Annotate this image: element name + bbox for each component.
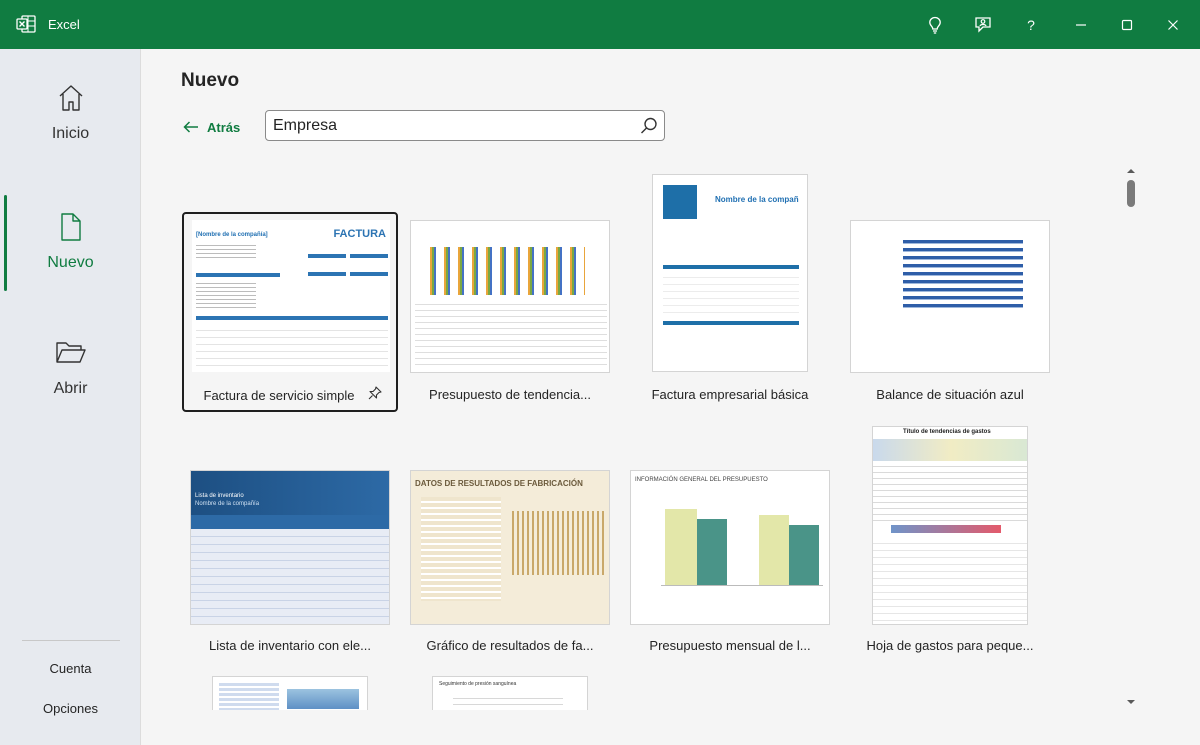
template-thumbnail: Seguimiento de presión sanguínea xyxy=(432,676,588,710)
template-thumbnail: Título de tendencias de gastos xyxy=(872,426,1028,625)
help-button[interactable]: ? xyxy=(1008,0,1054,49)
template-label: Presupuesto mensual de l... xyxy=(649,638,811,653)
template-tile-balance-azul[interactable]: Balance de situación azul xyxy=(842,212,1058,412)
template-label: Gráfico de resultados de fa... xyxy=(426,638,594,653)
close-icon xyxy=(1168,19,1178,30)
template-thumbnail xyxy=(212,676,368,710)
template-thumbnail: Lista de inventario Nombre de la compañí… xyxy=(190,470,390,625)
template-thumbnail xyxy=(850,220,1050,373)
back-label: Atrás xyxy=(207,119,241,135)
template-label: Lista de inventario con ele... xyxy=(209,638,371,653)
sidebar-item-label: Abrir xyxy=(53,380,88,397)
template-thumbnail: Nombre de la compañ xyxy=(652,174,808,372)
template-tile-presupuesto-tendencia[interactable]: Presupuesto de tendencia... xyxy=(402,212,618,412)
back-button[interactable]: Atrás xyxy=(183,117,240,137)
sidebar-divider xyxy=(22,640,120,641)
sidebar-item-nuevo[interactable]: Nuevo xyxy=(0,212,141,322)
thumb-heading: Nombre de la compañ xyxy=(715,195,799,204)
template-label: Hoja de gastos para peque... xyxy=(866,638,1034,653)
home-icon xyxy=(59,85,82,111)
thumb-title: Lista de inventario xyxy=(195,493,244,499)
search-icon[interactable] xyxy=(639,116,659,136)
template-thumbnail: INFORMACIÓN GENERAL DEL PRESUPUESTO xyxy=(630,470,830,625)
minimize-button[interactable] xyxy=(1058,0,1104,49)
maximize-button[interactable] xyxy=(1104,0,1150,49)
sidebar-item-inicio[interactable]: Inicio xyxy=(0,83,141,193)
thumb-heading: DATOS DE RESULTADOS DE FABRICACIÓN xyxy=(415,479,583,488)
lightbulb-button[interactable] xyxy=(912,0,958,49)
title-bar: Excel ? xyxy=(0,0,1200,49)
template-tile-9[interactable] xyxy=(182,670,398,710)
template-thumbnail xyxy=(410,220,610,373)
thumb-company: [Nombre de la compañía] xyxy=(196,232,268,238)
thumb-subtitle: Nombre de la compañía xyxy=(195,501,260,507)
arrow-left-icon xyxy=(183,121,198,133)
template-tile-lista-inventario[interactable]: Lista de inventario Nombre de la compañí… xyxy=(182,462,398,662)
coauthor-icon xyxy=(975,16,991,33)
scroll-up-arrow-icon[interactable] xyxy=(1126,166,1136,176)
template-label: Balance de situación azul xyxy=(876,387,1024,402)
scrollbar-thumb[interactable] xyxy=(1127,180,1135,207)
template-tile-grafico-fabricacion[interactable]: DATOS DE RESULTADOS DE FABRICACIÓN Gráfi… xyxy=(402,462,618,662)
template-label: Factura empresarial básica xyxy=(651,387,809,402)
template-tile-factura-servicio[interactable]: [Nombre de la compañía] FACTURA Factura … xyxy=(182,212,398,412)
template-label: Factura de servicio simple xyxy=(203,388,355,403)
account-link[interactable]: Cuenta xyxy=(0,661,141,676)
page-title: Nuevo xyxy=(181,70,240,91)
template-thumbnail: [Nombre de la compañía] FACTURA xyxy=(192,220,390,372)
thumb-heading: FACTURA xyxy=(333,228,386,240)
template-label: Presupuesto de tendencia... xyxy=(429,387,591,402)
sidebar-item-abrir[interactable]: Abrir xyxy=(0,340,141,450)
template-tile-presupuesto-mensual[interactable]: INFORMACIÓN GENERAL DEL PRESUPUESTO Pres… xyxy=(622,462,838,662)
search-input[interactable] xyxy=(266,111,626,140)
maximize-icon xyxy=(1121,19,1133,30)
coauthor-button[interactable] xyxy=(960,0,1006,49)
folder-open-icon xyxy=(55,342,86,363)
sidebar-item-label: Inicio xyxy=(51,125,90,142)
template-tile-10[interactable]: Seguimiento de presión sanguínea xyxy=(402,670,618,710)
thumb-heading: Título de tendencias de gastos xyxy=(903,429,991,435)
template-tile-factura-empresarial[interactable]: Nombre de la compañ Factura empresarial … xyxy=(622,174,838,412)
options-link[interactable]: Opciones xyxy=(0,701,141,716)
template-tile-hoja-gastos[interactable]: Título de tendencias de gastos Hoja de g… xyxy=(842,426,1058,662)
sidebar: Inicio Nuevo Abrir Cuenta Opciones xyxy=(0,49,141,745)
thumb-heading: Seguimiento de presión sanguínea xyxy=(439,681,517,687)
help-icon: ? xyxy=(1027,16,1035,33)
template-thumbnail: DATOS DE RESULTADOS DE FABRICACIÓN xyxy=(410,470,610,625)
window-title: Excel xyxy=(48,17,80,32)
search-box[interactable] xyxy=(265,110,665,141)
excel-logo-icon xyxy=(16,15,36,33)
lightbulb-icon xyxy=(929,16,941,34)
new-document-icon xyxy=(60,213,81,241)
scroll-down-arrow-icon[interactable] xyxy=(1126,697,1136,707)
pin-icon[interactable] xyxy=(368,386,382,400)
close-button[interactable] xyxy=(1150,0,1196,49)
thumb-heading: INFORMACIÓN GENERAL DEL PRESUPUESTO xyxy=(635,477,768,483)
minimize-icon xyxy=(1076,23,1086,26)
sidebar-item-label: Nuevo xyxy=(47,254,94,271)
